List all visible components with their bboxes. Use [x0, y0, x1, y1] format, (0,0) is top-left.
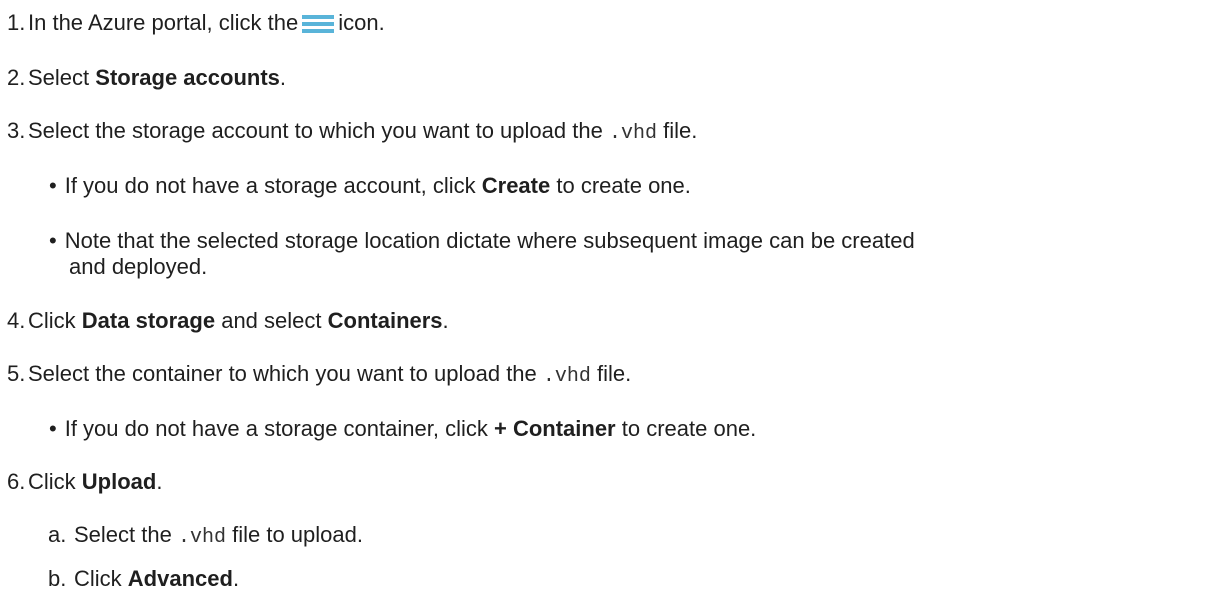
vhd-extension: .vhd — [608, 122, 657, 145]
data-storage-label: Data storage — [81, 308, 216, 333]
step-number: 3. — [7, 118, 26, 143]
vhd-extension: .vhd — [177, 526, 226, 549]
step-number: 5. — [7, 361, 26, 386]
step-3: 3. Select the storage account to which yo… — [7, 118, 698, 145]
advanced-label: Advanced — [127, 566, 233, 591]
step-number: 1. — [7, 10, 26, 35]
substep-a: a. Select the .vhd file to upload. — [48, 522, 363, 549]
vhd-extension: .vhd — [542, 365, 591, 388]
step-1: 1. In the Azure portal, click the icon. — [7, 10, 385, 35]
containers-label: Containers — [327, 308, 443, 333]
bullet-item: • Note that the selected storage location… — [49, 228, 915, 253]
step-2: 2. Select Storage accounts. — [7, 65, 287, 90]
step-4: 4. Click Data storage and select Containe… — [7, 308, 449, 333]
create-label: Create — [481, 173, 551, 198]
upload-label: Upload — [81, 469, 157, 494]
add-container-label: + Container — [493, 416, 616, 441]
step-6: 6. Click Upload. — [7, 469, 163, 494]
step-number: 4. — [7, 308, 26, 333]
bullet-item: • If you do not have a storage account, c… — [49, 173, 691, 198]
step-5: 5. Select the container to which you want… — [7, 361, 632, 388]
storage-accounts-label: Storage accounts — [95, 65, 280, 90]
step-number: 6. — [7, 469, 26, 494]
substep-b: b. Click Advanced. — [48, 566, 240, 591]
hamburger-menu-icon — [302, 15, 335, 33]
bullet-item: • If you do not have a storage container,… — [49, 416, 757, 441]
instructions-document: 1. In the Azure portal, click the icon. 2… — [0, 0, 1228, 592]
step-number: 2. — [7, 65, 26, 90]
bullet-continuation: and deployed. — [69, 254, 208, 279]
